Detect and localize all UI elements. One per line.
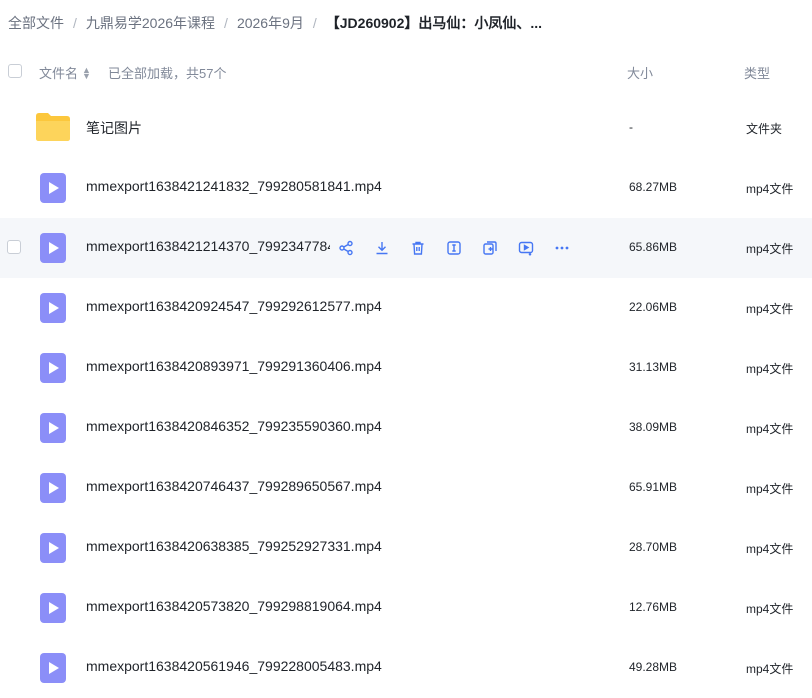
video-file-icon (40, 653, 66, 683)
video-file-icon (40, 593, 66, 623)
breadcrumb-separator: / (224, 15, 228, 31)
file-size: 38.09MB (629, 420, 678, 434)
video-file-icon (40, 413, 66, 443)
file-size: 49.28MB (629, 660, 678, 674)
file-size: - (629, 120, 633, 134)
file-type: mp4文件 (746, 302, 794, 316)
list-item[interactable]: mmexport1638420893971_799291360406.mp4 3… (0, 338, 812, 398)
file-size: 65.91MB (629, 480, 678, 494)
file-name[interactable]: mmexport1638420746437_799289650567.mp4 (86, 478, 382, 494)
file-type: mp4文件 (746, 182, 794, 196)
breadcrumb-separator: / (73, 15, 77, 31)
name-column-label: 文件名 (39, 66, 79, 81)
video-file-icon (40, 533, 66, 563)
breadcrumb: 全部文件 / 九鼎易学2026年课程 / 2026年9月 / 【JD260902… (8, 12, 808, 34)
breadcrumb-current-folder: 【JD260902】出马仙：小凤仙、... (325, 15, 543, 31)
file-name[interactable]: mmexport1638421214370_799234778412.mp4 (86, 238, 330, 254)
breadcrumb-item-course[interactable]: 九鼎易学2026年课程 (86, 13, 215, 33)
sort-icon: ▲ ▼ (82, 64, 91, 81)
file-name[interactable]: mmexport1638420893971_799291360406.mp4 (86, 358, 382, 374)
file-name[interactable]: mmexport1638420846352_799235590360.mp4 (86, 418, 382, 434)
file-type: mp4文件 (746, 542, 794, 556)
file-type: 文件夹 (746, 122, 783, 136)
file-type: mp4文件 (746, 662, 794, 676)
video-file-icon (40, 353, 66, 383)
file-name[interactable]: mmexport1638420924547_799292612577.mp4 (86, 298, 382, 314)
list-item[interactable]: mmexport1638420561946_799228005483.mp4 4… (0, 638, 812, 698)
sort-by-name-button[interactable]: 文件名 ▲ ▼ (39, 63, 91, 82)
more-icon[interactable] (552, 238, 572, 258)
file-size: 12.76MB (629, 600, 678, 614)
file-type: mp4文件 (746, 242, 794, 256)
type-column-label[interactable]: 类型 (744, 63, 770, 82)
file-list-header: 文件名 ▲ ▼ 已全部加载，共57个 大小 类型 (0, 56, 812, 88)
breadcrumb-separator: / (312, 15, 317, 31)
download-icon[interactable] (372, 238, 392, 258)
video-file-icon (40, 173, 66, 203)
list-item-hovered[interactable]: mmexport1638421214370_799234778412.mp4 (0, 218, 812, 278)
row-actions (336, 238, 588, 258)
delete-icon[interactable] (408, 238, 428, 258)
file-type: mp4文件 (746, 482, 794, 496)
file-size: 68.27MB (629, 180, 678, 194)
list-item[interactable]: mmexport1638420924547_799292612577.mp4 2… (0, 278, 812, 338)
breadcrumb-item-all-files[interactable]: 全部文件 (8, 13, 64, 33)
video-file-icon (40, 473, 66, 503)
file-size: 31.13MB (629, 360, 678, 374)
list-item[interactable]: mmexport1638420573820_799298819064.mp4 1… (0, 578, 812, 638)
breadcrumb-item-month[interactable]: 2026年9月 (237, 13, 304, 33)
share-icon[interactable] (336, 238, 356, 258)
list-item[interactable]: 笔记图片 - 文件夹 (0, 98, 812, 158)
file-name[interactable]: mmexport1638420573820_799298819064.mp4 (86, 598, 382, 614)
file-size: 22.06MB (629, 300, 678, 314)
list-item[interactable]: mmexport1638420846352_799235590360.mp4 3… (0, 398, 812, 458)
list-item[interactable]: mmexport1638420638385_799252927331.mp4 2… (0, 518, 812, 578)
file-type: mp4文件 (746, 422, 794, 436)
select-all-checkbox[interactable] (8, 64, 22, 78)
load-status: 已全部加载，共57个 (108, 66, 227, 81)
folder-icon (36, 113, 70, 141)
play-icon[interactable] (516, 238, 536, 258)
file-name[interactable]: mmexport1638420561946_799228005483.mp4 (86, 658, 382, 674)
file-name[interactable]: 笔记图片 (86, 118, 142, 138)
file-name[interactable]: mmexport1638420638385_799252927331.mp4 (86, 538, 382, 554)
video-file-icon (40, 293, 66, 323)
file-list: 笔记图片 - 文件夹 mmexport1638421241832_7992805… (0, 98, 812, 698)
file-size: 65.86MB (629, 240, 678, 254)
file-size: 28.70MB (629, 540, 678, 554)
copy-icon[interactable] (480, 238, 500, 258)
file-name[interactable]: mmexport1638421241832_799280581841.mp4 (86, 178, 382, 194)
file-type: mp4文件 (746, 602, 794, 616)
video-file-icon (40, 233, 66, 263)
size-column-label[interactable]: 大小 (627, 63, 653, 82)
list-item[interactable]: mmexport1638420746437_799289650567.mp4 6… (0, 458, 812, 518)
row-checkbox[interactable] (7, 240, 21, 254)
rename-icon[interactable] (444, 238, 464, 258)
file-type: mp4文件 (746, 362, 794, 376)
list-item[interactable]: mmexport1638421241832_799280581841.mp4 6… (0, 158, 812, 218)
